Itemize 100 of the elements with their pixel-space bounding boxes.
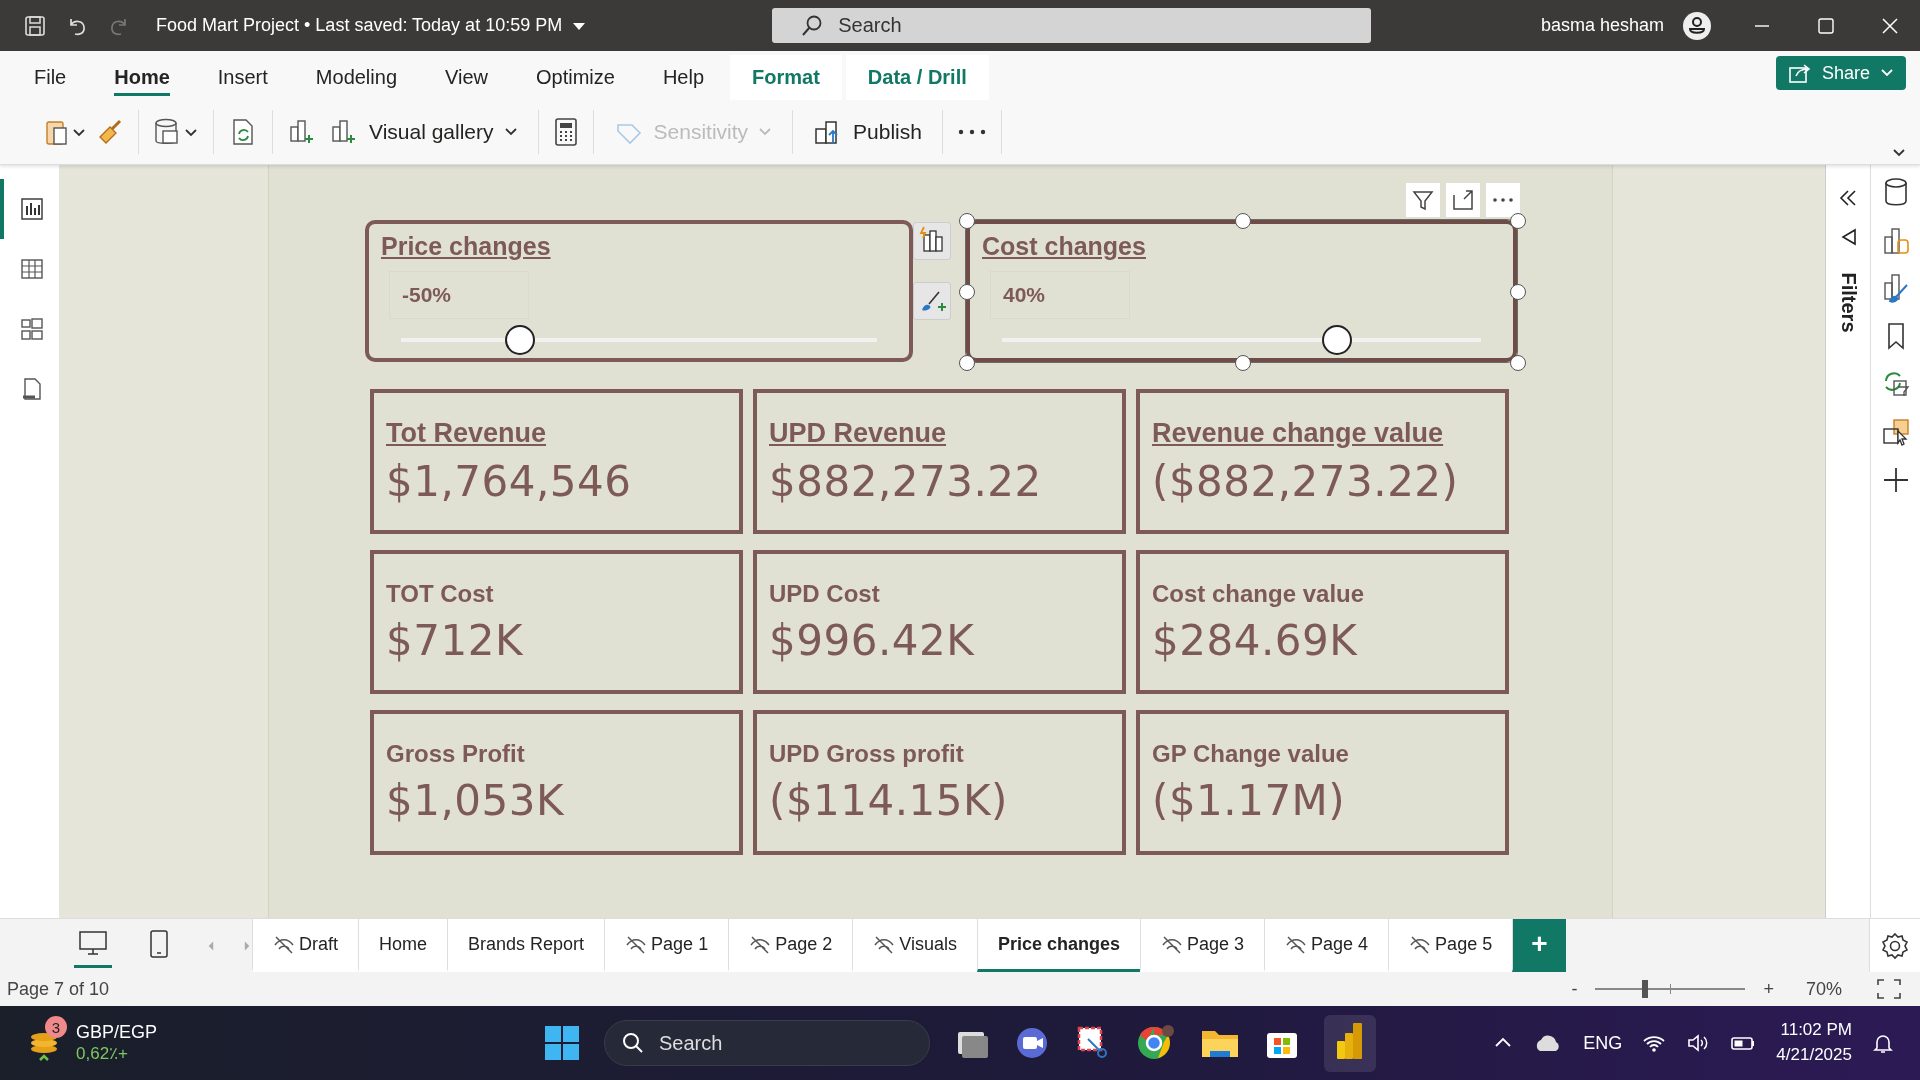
zoom-thumb[interactable] [1641,980,1648,998]
slicer[interactable]: Price changes -50% [365,220,913,362]
save-icon[interactable] [24,14,46,37]
zoom-in-button[interactable]: + [1763,978,1774,1000]
avatar-icon[interactable] [1682,10,1712,41]
hidden-eye-icon [1161,934,1183,954]
maximize-icon[interactable] [1816,15,1836,36]
kpi-title: UPD Gross profit [769,740,964,768]
kpi-title: TOT Cost [386,579,494,608]
kpi-title: Tot Revenue [386,417,547,449]
taskbar-search-field[interactable]: Search [604,1020,930,1066]
windows-start-icon[interactable] [544,1025,580,1061]
language-indicator[interactable]: ENG [1583,1032,1623,1054]
page-tab[interactable]: Page 4 [1264,919,1389,972]
kpi-value: ($882,273.22) [1152,456,1460,506]
report-view-icon [19,197,44,221]
add-page-button[interactable]: + [1512,919,1566,972]
publish-button[interactable]: Publish [807,113,928,151]
share-icon [1787,62,1812,84]
hidden-eye-icon [1409,934,1432,954]
page-tab[interactable]: Visuals [852,919,977,972]
kpi-value: ($1.17M) [1152,776,1347,825]
more-icon[interactable] [956,127,987,137]
calculator-icon[interactable] [552,117,579,147]
kpi-value: $284.69K [1152,615,1359,665]
fit-to-page-icon[interactable] [1876,978,1902,1000]
slider-thumb[interactable] [1322,325,1353,355]
page-tab[interactable]: Page 5 [1388,919,1513,972]
ribbon-tab[interactable]: Modeling [293,55,419,100]
user-name: basma hesham [1540,15,1664,36]
hidden-eye-icon [749,934,772,954]
slicer-value-field[interactable]: 40% [990,271,1130,319]
hidden-eye-icon [1285,934,1308,954]
close-icon[interactable] [1880,15,1900,36]
kpi-title: GP Change value [1152,740,1349,768]
ribbon-tab[interactable]: Insert [195,55,290,100]
kpi-title: UPD Revenue [769,417,947,449]
settings-icon[interactable] [1880,930,1910,961]
slicer-title: Cost changes [982,232,1146,261]
resize-handle[interactable] [959,355,975,371]
widget-title[interactable]: GBP/EGP [76,1022,158,1043]
page-tab[interactable]: Page 1 [604,919,729,972]
kpi-value: $882,273.22 [769,456,1043,506]
visual-gallery-button[interactable]: Visual gallery [323,113,524,151]
resize-handle[interactable] [1510,213,1526,229]
filters-label[interactable]: Filters [1836,272,1860,333]
kpi-title: UPD Cost [769,579,880,608]
zoom-out-button[interactable]: - [1571,978,1578,1000]
ribbon-tab[interactable]: Optimize [514,55,637,100]
zoom-level: 70% [1805,978,1842,1000]
ribbon-tab[interactable]: File [12,55,89,100]
selection-icon[interactable] [1881,417,1910,447]
page-tab[interactable]: Brands Report [447,919,605,972]
kpi-value: $1,053K [386,776,565,825]
clock[interactable]: 11:02 PM 4/21/2025 [1776,1018,1852,1068]
kpi-value: $712K [386,615,524,665]
resize-handle[interactable] [1234,213,1251,229]
model-view-icon [19,317,44,341]
data-icon[interactable] [153,117,199,147]
notification-badge: 3 [45,1016,67,1038]
focus-mode-icon[interactable] [1446,183,1480,217]
resize-handle[interactable] [959,284,975,300]
filter-icon[interactable] [1406,183,1440,217]
ribbon-tab[interactable]: Home [92,55,192,100]
resize-handle[interactable] [1510,284,1526,300]
page-tab[interactable]: Price changes [976,919,1140,972]
build-visual-icon[interactable] [1881,225,1910,255]
browser-icon[interactable] [1136,1025,1176,1061]
table-view-icon [19,257,44,281]
format-visual-icon[interactable] [913,282,951,320]
slicer-title: Price changes [381,232,551,261]
page-tab[interactable]: Page 2 [728,919,853,972]
ribbon-tab[interactable]: View [423,55,510,100]
ribbon-tab[interactable]: Data / Drill [845,55,989,100]
ribbon-tab[interactable]: Format [730,55,842,100]
kpi-title: Revenue change value [1152,417,1444,449]
page-indicator: Page 7 of 10 [7,978,110,1000]
page-tab[interactable]: Page 3 [1140,919,1265,972]
slicer[interactable]: Cost changes 40% [966,220,1517,362]
wifi-icon[interactable] [1642,1033,1667,1053]
slicer-value-field[interactable]: -50% [389,271,529,319]
kpi-title: Cost change value [1152,579,1365,608]
slider-thumb[interactable] [505,325,535,355]
hidden-eye-icon [625,934,648,954]
page-tab[interactable]: Home [358,919,448,972]
ribbon-tab[interactable]: Help [640,55,727,100]
widget-value: 0,62٪+ [76,1043,129,1064]
search-field[interactable]: Search [772,8,1372,43]
share-button[interactable]: Share [1775,56,1906,90]
page-tab[interactable]: Draft [252,919,358,972]
kpi-title: Gross Profit [386,740,525,768]
resize-handle[interactable] [959,213,975,229]
resize-handle[interactable] [1510,355,1526,371]
add-icon[interactable] [1881,465,1910,495]
resize-handle[interactable] [1234,355,1251,371]
hidden-eye-icon [273,934,295,954]
file-title[interactable]: Food Mart Project • Last saved: Today at 10:59 PM [156,15,563,36]
format-icon[interactable] [1881,273,1910,303]
quick-insights-icon[interactable] [913,222,951,260]
search-icon [621,1031,645,1055]
